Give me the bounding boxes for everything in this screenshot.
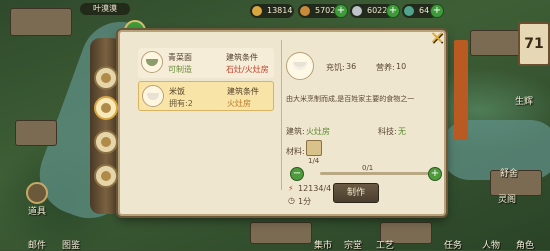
bottom-item-5[interactable]: 任务 — [444, 238, 462, 251]
merchant-label: 生辉 — [515, 97, 534, 107]
panel-divider — [281, 40, 282, 190]
category-tab-4[interactable] — [94, 164, 118, 188]
resource-2-value: 5702 — [315, 6, 336, 15]
recipe-condition-label: 建筑条件 — [227, 87, 259, 96]
nutrition-value: 10 — [396, 62, 407, 71]
bottom-item-7[interactable]: 角色 — [516, 238, 534, 251]
rice-bowl-icon — [101, 73, 111, 83]
category-tab-3[interactable] — [94, 130, 118, 154]
bottom-item-3[interactable]: 宗堂 — [344, 238, 362, 251]
cost-icon: ⚡ — [288, 184, 294, 193]
progress-text: 0/1 — [362, 164, 374, 172]
tech-label: 科技: — [378, 127, 397, 136]
add-resource-2-button[interactable]: + — [334, 4, 348, 18]
satiety-label: 充饥: — [326, 63, 345, 72]
dish-icon — [101, 103, 111, 113]
bottom-item-0[interactable]: 邮件 — [28, 238, 46, 251]
grain-icon — [300, 6, 310, 16]
recipe-condition-value: 火灶房 — [227, 99, 251, 108]
side-tab-strip[interactable] — [454, 40, 468, 140]
bottom-item-6[interactable]: 人物 — [482, 238, 500, 251]
recipe-name: 米饭 — [169, 87, 185, 96]
resource-1[interactable]: 13814 — [250, 4, 294, 18]
material-count: 1/4 — [308, 157, 320, 165]
category-tab-2[interactable] — [94, 96, 118, 120]
satiety-value: 36 — [346, 62, 357, 71]
category-tab-1[interactable] — [94, 66, 118, 90]
coin-icon — [252, 6, 262, 16]
item-description: 由大米烹制而成,是百姓家主要的食物之一 — [286, 95, 415, 103]
recipe-status: 可制造 — [168, 65, 192, 74]
player-name-tag[interactable]: 叶漠漠 — [80, 3, 130, 15]
recipe-item-2[interactable]: 米饭 拥有:2 建筑条件 火灶房 — [138, 81, 274, 111]
recipe-item-1[interactable]: 青菜面 可制造 建筑条件 石灶/火灶房 — [138, 48, 274, 78]
time-icon: ◷ — [288, 196, 295, 205]
building-value: 火灶房 — [306, 127, 330, 136]
quantity-slider[interactable] — [320, 172, 430, 175]
recipe-name: 青菜面 — [168, 53, 192, 62]
mail-button[interactable] — [26, 182, 48, 204]
cost-value: 12134/4 — [298, 184, 332, 193]
increase-button[interactable]: + — [428, 167, 442, 181]
tech-value: 无 — [398, 127, 406, 136]
rice-bowl-icon — [142, 85, 164, 107]
bottom-item-2[interactable]: 集市 — [314, 238, 332, 251]
pot-icon — [101, 137, 111, 147]
time-value: 1分 — [298, 197, 312, 206]
noodle-bowl-icon — [141, 51, 163, 73]
building-label: 建筑: — [286, 127, 305, 136]
guide-label: 道具 — [28, 207, 47, 217]
resource-4-value: 64 — [419, 6, 430, 15]
resource-3[interactable]: 6022 + — [350, 4, 400, 18]
resource-4[interactable]: 64 + — [402, 4, 444, 18]
jade-icon — [404, 6, 414, 16]
bottom-item-4[interactable]: 工艺 — [376, 238, 394, 251]
grain-icon — [101, 171, 111, 181]
make-button[interactable]: 制作 — [333, 183, 379, 203]
add-resource-3-button[interactable]: + — [386, 4, 400, 18]
rice-detail-icon — [286, 52, 314, 80]
materials-label: 材料: — [286, 147, 305, 156]
nutrition-label: 营养: — [376, 63, 395, 72]
recipe-condition-label: 建筑条件 — [226, 53, 258, 62]
resource-3-value: 6022 — [367, 6, 388, 15]
silver-icon — [352, 6, 362, 16]
decrease-button[interactable]: − — [290, 167, 304, 181]
bottom-item-1[interactable]: 图鉴 — [62, 238, 80, 251]
recipe-condition-value: 石灶/火灶房 — [226, 65, 269, 74]
add-resource-4-button[interactable]: + — [430, 4, 444, 18]
close-icon[interactable]: ✕ — [428, 30, 446, 48]
recipe-status: 拥有:2 — [169, 99, 193, 108]
lantern-label: 灵阁 — [498, 195, 517, 205]
resource-1-value: 13814 — [267, 6, 293, 15]
resource-2[interactable]: 5702 + — [298, 4, 348, 18]
rice-material-icon[interactable] — [306, 140, 322, 156]
wine-label: 舒舍 — [500, 169, 519, 179]
season-counter[interactable]: 71 — [518, 22, 550, 66]
